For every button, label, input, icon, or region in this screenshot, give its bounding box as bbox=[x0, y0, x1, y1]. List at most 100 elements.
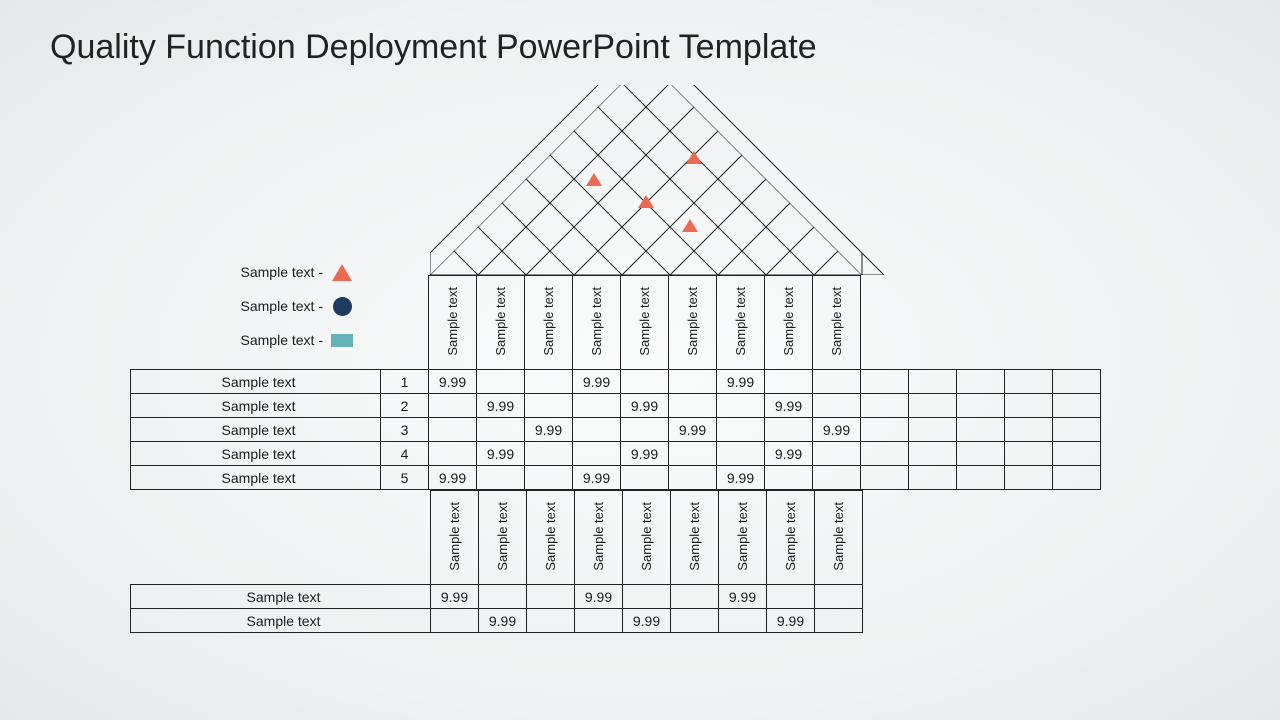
matrix-cell: 9.99 bbox=[429, 370, 477, 394]
table-row: Sample text19.999.999.99 bbox=[131, 370, 1101, 394]
column-header: Sample text bbox=[573, 276, 621, 370]
ext-cell bbox=[909, 418, 957, 442]
matrix-cell bbox=[527, 585, 575, 609]
matrix-cell: 9.99 bbox=[621, 442, 669, 466]
matrix-cell bbox=[525, 370, 573, 394]
column-header: Sample text bbox=[479, 491, 527, 585]
matrix-cell bbox=[815, 609, 863, 633]
page-title: Quality Function Deployment PowerPoint T… bbox=[50, 28, 817, 67]
table-row: Sample text49.999.999.99 bbox=[131, 442, 1101, 466]
matrix-cell bbox=[765, 466, 813, 490]
matrix-cell bbox=[813, 370, 861, 394]
matrix-cell bbox=[765, 418, 813, 442]
matrix-cell: 9.99 bbox=[765, 394, 813, 418]
matrix-cell bbox=[813, 466, 861, 490]
qfd-diagram: Sample textSample textSample textSample … bbox=[130, 85, 1101, 633]
matrix-cell bbox=[527, 609, 575, 633]
table-row: Sample text39.999.999.99 bbox=[131, 418, 1101, 442]
matrix-cell bbox=[669, 370, 717, 394]
matrix-cell bbox=[525, 466, 573, 490]
qfd-technical-matrix: Sample textSample textSample textSample … bbox=[130, 490, 863, 633]
row-number: 4 bbox=[381, 442, 429, 466]
ext-cell bbox=[957, 370, 1005, 394]
matrix-cell bbox=[669, 442, 717, 466]
row-number: 1 bbox=[381, 370, 429, 394]
column-header: Sample text bbox=[477, 276, 525, 370]
matrix-cell: 9.99 bbox=[621, 394, 669, 418]
matrix-cell bbox=[671, 609, 719, 633]
matrix-cell: 9.99 bbox=[575, 585, 623, 609]
ext-cell bbox=[1005, 442, 1053, 466]
ext-cell bbox=[1005, 370, 1053, 394]
matrix-cell: 9.99 bbox=[669, 418, 717, 442]
matrix-cell bbox=[573, 418, 621, 442]
matrix-cell bbox=[429, 418, 477, 442]
matrix-cell bbox=[719, 609, 767, 633]
matrix-cell bbox=[621, 466, 669, 490]
matrix-cell: 9.99 bbox=[813, 418, 861, 442]
row-label: Sample text bbox=[131, 370, 381, 394]
matrix-cell bbox=[671, 585, 719, 609]
ext-cell bbox=[861, 418, 909, 442]
matrix-cell bbox=[621, 418, 669, 442]
matrix-cell bbox=[573, 394, 621, 418]
row-label: Sample text bbox=[131, 466, 381, 490]
ext-cell bbox=[909, 394, 957, 418]
matrix-cell: 9.99 bbox=[525, 418, 573, 442]
column-header: Sample text bbox=[719, 491, 767, 585]
ext-cell bbox=[1053, 466, 1101, 490]
column-header: Sample text bbox=[815, 491, 863, 585]
correlation-roof bbox=[430, 85, 862, 275]
ext-cell bbox=[861, 394, 909, 418]
matrix-cell bbox=[717, 418, 765, 442]
matrix-cell: 9.99 bbox=[429, 466, 477, 490]
ext-cell bbox=[957, 442, 1005, 466]
ext-cell bbox=[1053, 394, 1101, 418]
matrix-cell: 9.99 bbox=[479, 609, 527, 633]
matrix-cell bbox=[477, 418, 525, 442]
ext-cell bbox=[1053, 370, 1101, 394]
column-header: Sample text bbox=[623, 491, 671, 585]
ext-cell bbox=[909, 466, 957, 490]
ext-cell bbox=[1005, 418, 1053, 442]
row-number: 5 bbox=[381, 466, 429, 490]
matrix-cell: 9.99 bbox=[477, 442, 525, 466]
column-header: Sample text bbox=[431, 491, 479, 585]
ext-cell bbox=[1053, 442, 1101, 466]
triangle-icon bbox=[686, 134, 702, 152]
matrix-cell bbox=[575, 609, 623, 633]
matrix-cell bbox=[477, 370, 525, 394]
matrix-cell: 9.99 bbox=[765, 442, 813, 466]
table-row: Sample text59.999.999.99 bbox=[131, 466, 1101, 490]
matrix-cell: 9.99 bbox=[623, 609, 671, 633]
table-row: Sample text29.999.999.99 bbox=[131, 394, 1101, 418]
ext-cell bbox=[861, 466, 909, 490]
row-number: 3 bbox=[381, 418, 429, 442]
ext-cell bbox=[1005, 394, 1053, 418]
column-header: Sample text bbox=[813, 276, 861, 370]
column-header: Sample text bbox=[765, 276, 813, 370]
matrix-cell: 9.99 bbox=[767, 609, 815, 633]
ext-cell bbox=[1053, 418, 1101, 442]
column-header: Sample text bbox=[671, 491, 719, 585]
table-row: Sample text 9.99 9.99 9.99 bbox=[131, 609, 863, 633]
ext-cell bbox=[957, 466, 1005, 490]
row-label: Sample text bbox=[131, 394, 381, 418]
column-header: Sample text bbox=[525, 276, 573, 370]
qfd-main-matrix: Sample textSample textSample textSample … bbox=[130, 275, 1101, 490]
matrix-cell bbox=[767, 585, 815, 609]
row-label: Sample text bbox=[131, 609, 431, 633]
matrix-cell: 9.99 bbox=[717, 370, 765, 394]
matrix-cell bbox=[765, 370, 813, 394]
matrix-cell bbox=[431, 609, 479, 633]
matrix-cell bbox=[573, 442, 621, 466]
matrix-cell bbox=[813, 442, 861, 466]
matrix-cell bbox=[525, 442, 573, 466]
matrix-cell: 9.99 bbox=[573, 370, 621, 394]
matrix-cell: 9.99 bbox=[717, 466, 765, 490]
matrix-cell: 9.99 bbox=[573, 466, 621, 490]
matrix-cell bbox=[813, 394, 861, 418]
matrix-cell bbox=[429, 394, 477, 418]
table-row: Sample text9.999.999.99 bbox=[131, 585, 863, 609]
ext-cell bbox=[957, 394, 1005, 418]
